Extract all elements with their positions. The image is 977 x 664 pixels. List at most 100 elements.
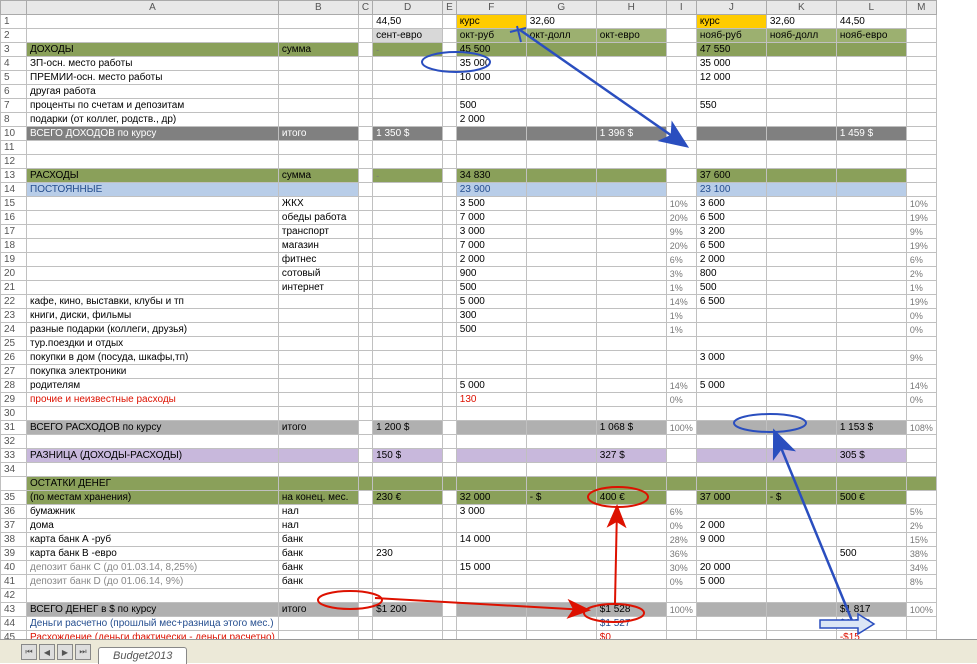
cell[interactable] [766,547,836,561]
cell[interactable] [373,337,443,351]
cell[interactable]: нояб-руб [696,29,766,43]
cell[interactable]: 37 000 [696,491,766,505]
cell[interactable] [596,85,666,99]
cell[interactable] [358,43,372,57]
cell[interactable] [443,379,457,393]
cell[interactable]: обеды работа [278,211,358,225]
cell[interactable] [278,337,358,351]
cell[interactable] [836,155,906,169]
cell[interactable]: 500 [696,281,766,295]
cell[interactable] [278,71,358,85]
col-header[interactable]: I [666,1,696,15]
cell[interactable]: $1 527 [596,617,666,631]
cell[interactable]: 9% [906,225,936,239]
cell[interactable] [836,323,906,337]
cell[interactable] [766,183,836,197]
cell[interactable] [766,407,836,421]
cell[interactable] [358,281,372,295]
row-header[interactable]: 7 [1,99,27,113]
cell[interactable] [358,197,372,211]
cell[interactable] [906,183,936,197]
cell[interactable] [596,15,666,29]
cell[interactable] [358,533,372,547]
cell[interactable] [666,617,696,631]
cell[interactable] [358,169,372,183]
cell[interactable] [358,267,372,281]
cell[interactable] [443,561,457,575]
cell[interactable]: - [373,43,443,57]
cell[interactable]: ЗП-осн. место работы [27,57,279,71]
cell[interactable]: 5 000 [456,295,526,309]
cell[interactable] [766,365,836,379]
cell[interactable]: 900 [456,267,526,281]
cell[interactable]: другая работа [27,85,279,99]
cell[interactable] [358,29,372,43]
cell[interactable] [906,113,936,127]
cell[interactable]: нояб-долл [766,29,836,43]
cell[interactable]: 19% [906,295,936,309]
cell[interactable]: ВСЕГО ДОХОДОВ по курсу [27,127,279,141]
cell[interactable]: 12 000 [696,71,766,85]
cell[interactable] [596,407,666,421]
cell[interactable] [906,29,936,43]
cell[interactable] [666,141,696,155]
cell[interactable] [836,141,906,155]
cell[interactable] [278,589,358,603]
cell[interactable]: покупки в дом (посуда, шкафы,тп) [27,351,279,365]
col-header[interactable]: M [906,1,936,15]
cell[interactable] [596,589,666,603]
cell[interactable]: 2% [906,267,936,281]
cell[interactable] [443,15,457,29]
cell[interactable] [696,85,766,99]
cell[interactable]: проценты по счетам и депозитам [27,99,279,113]
cell[interactable]: окт-руб [456,29,526,43]
cell[interactable]: ОСТАТКИ ДЕНЕГ [27,477,279,491]
cell[interactable] [278,449,358,463]
cell[interactable] [358,71,372,85]
cell[interactable] [836,435,906,449]
row-header[interactable]: 26 [1,351,27,365]
cell[interactable] [836,575,906,589]
cell[interactable] [358,239,372,253]
row-header[interactable]: 12 [1,155,27,169]
cell[interactable]: подарки (от коллег, родств., др) [27,113,279,127]
cell[interactable]: 8% [906,575,936,589]
cell[interactable] [358,589,372,603]
cell[interactable] [696,547,766,561]
cell[interactable] [836,477,906,491]
cell[interactable]: 0% [666,519,696,533]
cell[interactable] [278,393,358,407]
cell[interactable] [358,435,372,449]
cell[interactable] [456,435,526,449]
cell[interactable] [443,267,457,281]
cell[interactable] [278,435,358,449]
cell[interactable] [766,309,836,323]
row-header[interactable]: 2 [1,29,27,43]
row-header[interactable]: 23 [1,309,27,323]
cell[interactable] [358,309,372,323]
cell[interactable] [278,85,358,99]
cell[interactable] [666,435,696,449]
cell[interactable] [766,561,836,575]
cell[interactable] [358,15,372,29]
cell[interactable]: 14 000 [456,533,526,547]
spreadsheet-grid[interactable]: ABCDEFGHIJKLM 144,50курс32,60курс32,6044… [0,0,937,659]
cell[interactable] [696,463,766,477]
cell[interactable] [596,561,666,575]
cell[interactable]: 44,50 [373,15,443,29]
cell[interactable]: 9 000 [696,533,766,547]
cell[interactable] [358,253,372,267]
cell[interactable] [373,239,443,253]
cell[interactable]: 3 000 [456,225,526,239]
cell[interactable]: 327 $ [596,449,666,463]
cell[interactable] [358,211,372,225]
cell[interactable]: 32,60 [526,15,596,29]
cell[interactable] [596,211,666,225]
cell[interactable] [278,183,358,197]
row-header[interactable]: 28 [1,379,27,393]
cell[interactable] [443,141,457,155]
cell[interactable] [526,463,596,477]
cell[interactable]: 5 000 [696,379,766,393]
cell[interactable] [278,57,358,71]
cell[interactable]: ДОХОДЫ [27,43,279,57]
